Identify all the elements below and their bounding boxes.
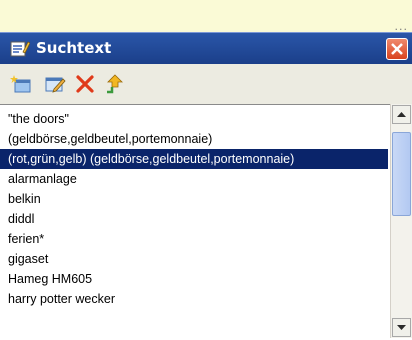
scroll-down-button[interactable]: [392, 318, 411, 337]
edit-button[interactable]: [44, 74, 66, 94]
panel-title-bar: Suchtext: [0, 32, 412, 64]
upload-icon: [107, 74, 123, 94]
search-text-list[interactable]: "the doors" (geldbörse,geldbeutel,portemo…: [0, 104, 412, 339]
list-item[interactable]: gigaset: [0, 249, 388, 269]
list-item[interactable]: (geldbörse,geldbeutel,portemonnaie): [0, 129, 388, 149]
scroll-thumb[interactable]: [392, 132, 411, 216]
list-item[interactable]: (rot,grün,gelb) (geldbörse,geldbeutel,po…: [0, 149, 388, 169]
new-entry-button[interactable]: [10, 74, 32, 94]
list-item[interactable]: alarmanlage: [0, 169, 388, 189]
list-item[interactable]: belkin: [0, 189, 388, 209]
list-item[interactable]: "the doors": [0, 109, 388, 129]
toolbar: [0, 64, 412, 105]
vertical-scrollbar[interactable]: [390, 104, 412, 338]
delete-icon: [76, 75, 94, 93]
top-strip: ...: [0, 0, 412, 33]
list-item[interactable]: Hameg HM605: [0, 269, 388, 289]
close-button[interactable]: [386, 38, 408, 60]
list-item[interactable]: harry potter wecker: [0, 289, 388, 309]
scroll-up-button[interactable]: [392, 105, 411, 124]
upload-button[interactable]: [104, 74, 126, 94]
list-item[interactable]: diddl: [0, 209, 388, 229]
arrow-up-icon: [397, 112, 406, 117]
edit-icon: [45, 77, 66, 93]
panel-title: Suchtext: [36, 39, 112, 57]
delete-button[interactable]: [74, 74, 96, 94]
arrow-down-icon: [397, 325, 406, 330]
list-items: "the doors" (geldbörse,geldbeutel,portemo…: [0, 109, 388, 309]
close-icon: [391, 43, 403, 55]
search-text-icon: [10, 40, 31, 58]
new-entry-icon: [10, 75, 31, 93]
list-item[interactable]: ferien*: [0, 229, 388, 249]
